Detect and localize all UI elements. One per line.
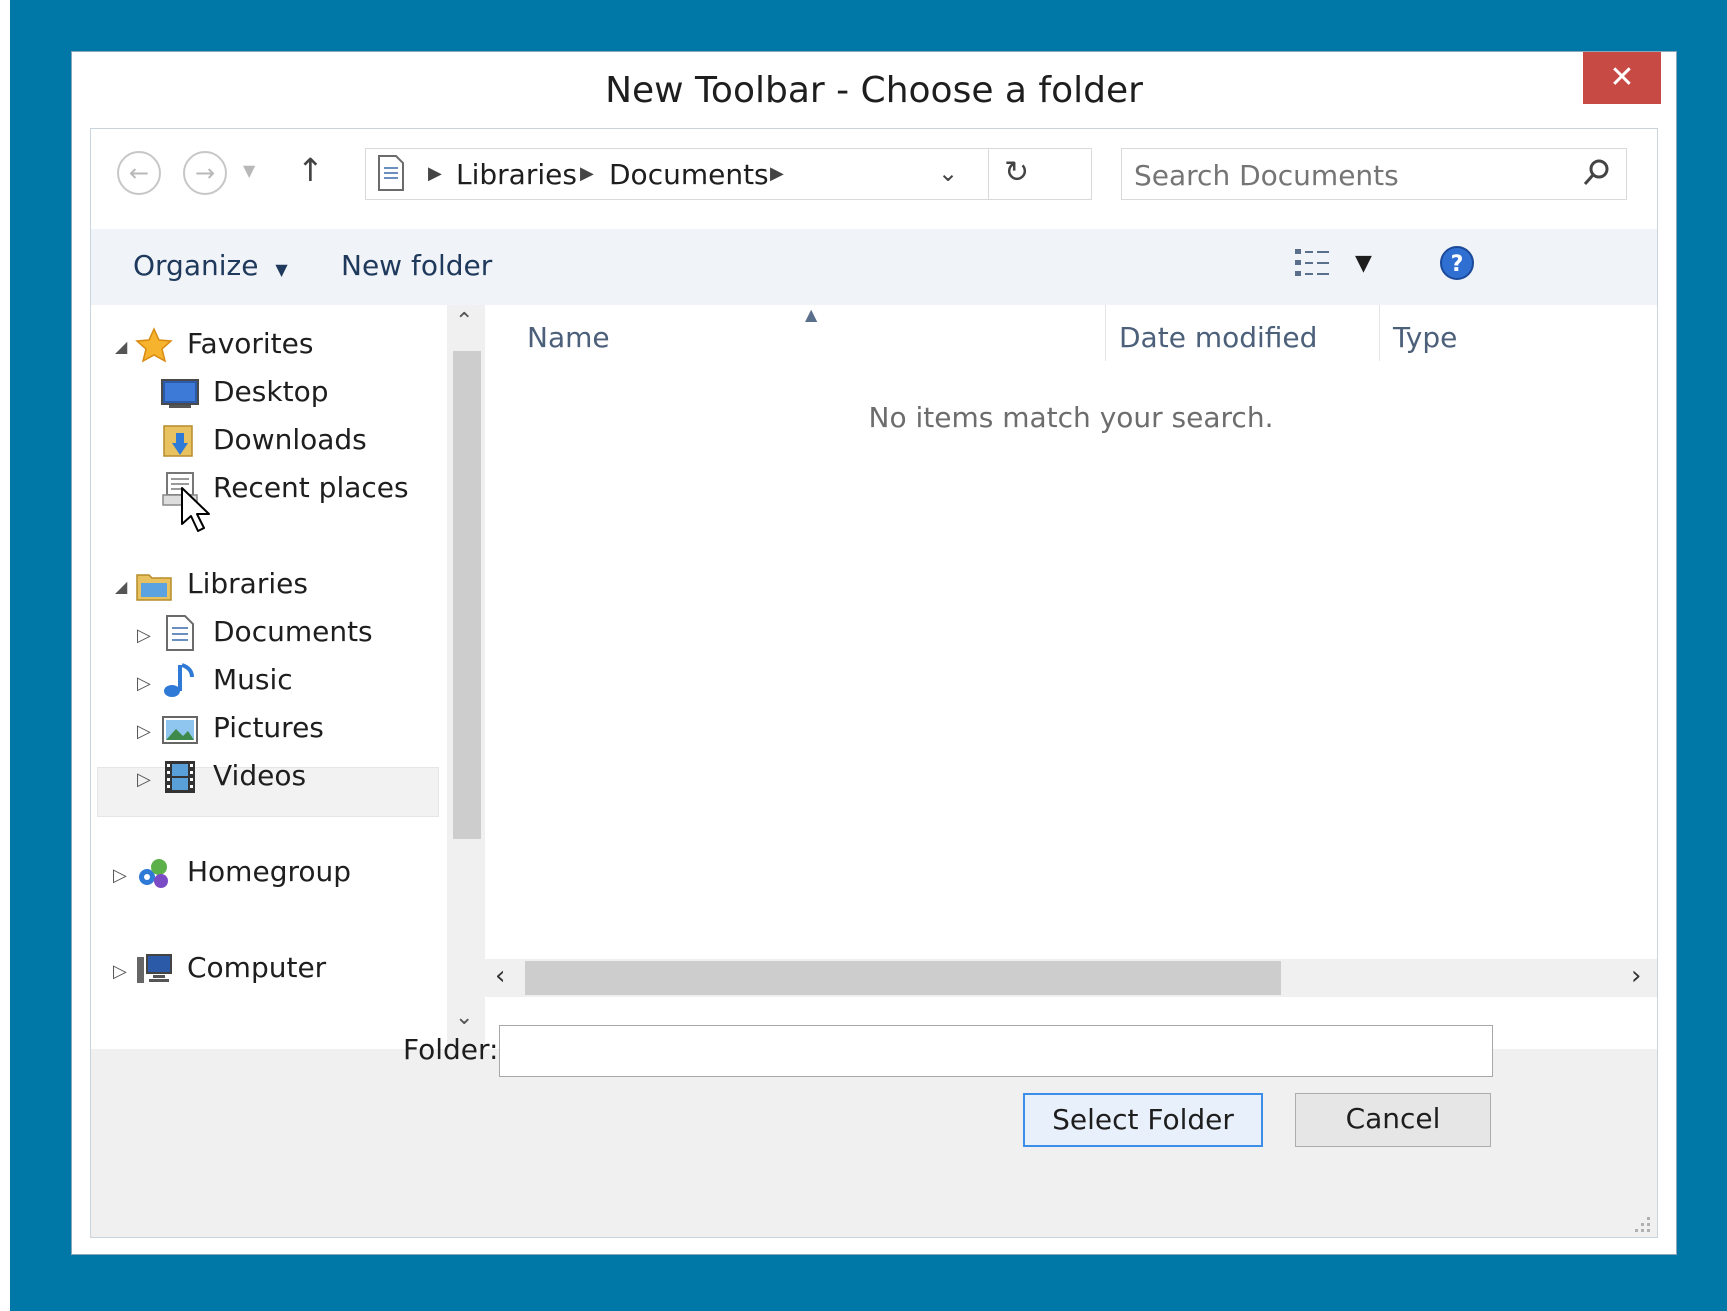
mouse-cursor-icon: [180, 486, 214, 538]
scroll-up-icon[interactable]: ⌃: [455, 309, 473, 334]
scroll-right-icon[interactable]: ›: [1631, 961, 1641, 991]
breadcrumb-libraries[interactable]: Libraries: [456, 158, 577, 191]
tree-item-downloads[interactable]: Downloads: [91, 419, 447, 463]
documents-label: Documents: [213, 615, 373, 648]
tree-item-music[interactable]: ▷ Music: [91, 659, 447, 703]
svg-text:?: ?: [1451, 252, 1464, 277]
view-options-dropdown-icon[interactable]: ▼: [1355, 251, 1372, 276]
downloads-folder-icon: [161, 423, 199, 459]
organize-menu[interactable]: Organize ▼: [133, 249, 288, 282]
tree-item-pictures[interactable]: ▷ Pictures: [91, 707, 447, 751]
search-box[interactable]: [1121, 148, 1627, 200]
select-folder-button[interactable]: Select Folder: [1023, 1093, 1263, 1147]
horizontal-scroll-thumb[interactable]: [525, 961, 1281, 995]
organize-label: Organize: [133, 249, 259, 282]
help-icon[interactable]: ?: [1439, 245, 1475, 285]
homegroup-icon: [135, 855, 173, 891]
computer-icon: [135, 951, 173, 987]
vertical-scroll-thumb[interactable]: [453, 351, 481, 839]
desktop-icon: [161, 375, 199, 411]
new-folder-button[interactable]: New folder: [341, 249, 492, 282]
resize-grip-icon[interactable]: [1633, 1215, 1653, 1239]
chevron-down-icon: ▼: [243, 161, 256, 180]
scroll-down-icon[interactable]: ⌄: [455, 1005, 473, 1030]
back-button[interactable]: ←: [117, 151, 161, 195]
tree-item-desktop[interactable]: Desktop: [91, 371, 447, 415]
folder-name-input[interactable]: [499, 1025, 1493, 1077]
pictures-icon: [161, 711, 199, 747]
expanded-triangle-icon[interactable]: ◢: [115, 577, 127, 596]
dialog-client-area: ← → ▼ ↑ ▶ Libraries ▶ Documents ▶ ⌄ ↻ Se…: [90, 128, 1658, 1238]
videos-label: Videos: [213, 759, 307, 792]
breadcrumb-documents[interactable]: Documents: [609, 158, 769, 191]
desktop-label: Desktop: [213, 375, 329, 408]
caret-down-icon: ▼: [275, 260, 288, 279]
music-label: Music: [213, 663, 293, 696]
collapsed-triangle-icon[interactable]: ▷: [113, 961, 127, 982]
star-icon: [135, 327, 173, 363]
folder-picker-dialog: New Toolbar - Choose a folder ✕ ← → ▼ ↑ …: [72, 52, 1676, 1254]
address-history-dropdown-icon[interactable]: ⌄: [938, 159, 958, 187]
downloads-label: Downloads: [213, 423, 367, 456]
breadcrumb-separator-icon: ▶: [428, 163, 442, 184]
tree-item-recent-places[interactable]: Recent places: [91, 467, 447, 511]
arrow-right-icon: →: [194, 159, 216, 187]
navigation-pane: ◢ Favorites Desktop Downloads Recent pla…: [91, 305, 447, 1049]
collapsed-triangle-icon[interactable]: ▷: [137, 721, 151, 742]
file-list-pane: ▲ Name Date modified Type No items match…: [485, 305, 1657, 1049]
film-strip-icon: [161, 759, 199, 795]
file-list-horizontal-scrollbar[interactable]: ‹ ›: [485, 959, 1657, 997]
collapsed-triangle-icon[interactable]: ▷: [113, 865, 127, 886]
tree-item-computer[interactable]: ▷ Computer: [91, 947, 447, 991]
column-header-name[interactable]: Name: [527, 321, 610, 354]
forward-button[interactable]: →: [183, 151, 227, 195]
column-header-type[interactable]: Type: [1393, 321, 1457, 354]
tree-item-libraries[interactable]: ◢ Libraries: [91, 563, 447, 607]
breadcrumb-separator-icon: ▶: [580, 163, 594, 184]
expanded-triangle-icon[interactable]: ◢: [115, 337, 127, 356]
address-bar[interactable]: ▶ Libraries ▶ Documents ▶ ⌄ ↻: [365, 148, 1092, 200]
documents-library-icon: [376, 155, 406, 191]
arrow-left-icon: ←: [128, 159, 150, 187]
dialog-title: New Toolbar - Choose a folder: [605, 70, 1143, 111]
homegroup-label: Homegroup: [187, 855, 352, 888]
documents-library-icon: [161, 615, 199, 651]
search-input[interactable]: [1132, 155, 1556, 195]
column-header-date-modified[interactable]: Date modified: [1119, 321, 1317, 354]
recent-locations-dropdown[interactable]: ▼: [243, 161, 255, 180]
scroll-left-icon[interactable]: ‹: [495, 961, 505, 991]
navigation-pane-scrollbar[interactable]: ⌃ ⌄: [447, 305, 485, 1049]
view-details-icon[interactable]: [1293, 245, 1333, 285]
libraries-folder-icon: [135, 567, 173, 603]
computer-label: Computer: [187, 951, 327, 984]
favorites-label: Favorites: [187, 327, 314, 360]
command-bar: Organize ▼ New folder ▼ ?: [91, 229, 1657, 306]
breadcrumb-separator-icon[interactable]: ▶: [770, 163, 784, 184]
pictures-label: Pictures: [213, 711, 324, 744]
search-icon[interactable]: [1580, 157, 1612, 193]
sort-ascending-icon: ▲: [805, 305, 818, 324]
collapsed-triangle-icon[interactable]: ▷: [137, 769, 151, 790]
column-separator[interactable]: [1105, 305, 1106, 361]
empty-results-message: No items match your search.: [868, 401, 1274, 434]
tree-item-documents[interactable]: ▷ Documents: [91, 611, 447, 655]
recent-places-label: Recent places: [213, 471, 409, 504]
tree-item-homegroup[interactable]: ▷ Homegroup: [91, 851, 447, 895]
cancel-button[interactable]: Cancel: [1295, 1093, 1491, 1147]
tree-item-favorites[interactable]: ◢ Favorites: [91, 323, 447, 367]
arrow-up-icon: ↑: [297, 151, 324, 189]
address-divider: [988, 149, 989, 199]
collapsed-triangle-icon[interactable]: ▷: [137, 625, 151, 646]
up-button[interactable]: ↑: [297, 151, 324, 189]
folder-label: Folder:: [403, 1033, 499, 1066]
collapsed-triangle-icon[interactable]: ▷: [137, 673, 151, 694]
libraries-label: Libraries: [187, 567, 308, 600]
navigation-bar: ← → ▼ ↑ ▶ Libraries ▶ Documents ▶ ⌄ ↻: [91, 129, 1657, 229]
column-separator[interactable]: [1379, 305, 1380, 361]
refresh-icon[interactable]: ↻: [1004, 155, 1029, 190]
music-note-icon: [161, 663, 199, 699]
close-button[interactable]: ✕: [1583, 52, 1661, 104]
tree-item-videos[interactable]: ▷ Videos: [91, 755, 447, 799]
